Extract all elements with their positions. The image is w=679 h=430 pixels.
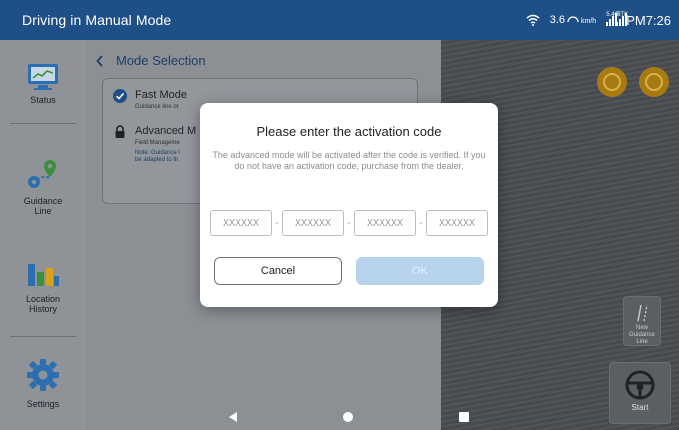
activation-dialog: Please enter the activation code The adv… xyxy=(200,103,498,307)
activation-code-fields: XXXXXX - XXXXXX - XXXXXX - XXXXXX xyxy=(210,210,488,236)
steering-wheel-icon xyxy=(625,370,655,400)
dialog-message: The advanced mode will be activated afte… xyxy=(212,150,486,171)
clock: PM7:26 xyxy=(626,12,671,28)
tile-label: New Guidance Line xyxy=(629,325,655,345)
mode-description: Field Manageme xyxy=(135,140,180,146)
mode-note-line: be adapted to th xyxy=(135,157,179,163)
code-field-3[interactable]: XXXXXX xyxy=(354,210,416,236)
back-chevron-icon[interactable] xyxy=(96,54,104,67)
code-field-1[interactable]: XXXXXX xyxy=(210,210,272,236)
sidebar-item-settings[interactable]: Settings xyxy=(0,358,86,409)
speed-unit: km/h xyxy=(581,18,597,25)
mode-description: Guidance line or xyxy=(135,104,179,110)
speed-value: 3.6 xyxy=(549,14,566,26)
code-separator: - xyxy=(347,217,351,229)
compass-button[interactable] xyxy=(639,67,669,97)
guidance-line-icon xyxy=(637,304,648,322)
code-separator: - xyxy=(275,217,279,229)
divider xyxy=(10,336,76,337)
dialog-title: Please enter the activation code xyxy=(256,124,442,139)
mode-option-advanced[interactable]: Advanced M Field Manageme Note: Guidance… xyxy=(113,125,196,164)
mode-title: Advanced M xyxy=(135,125,197,137)
gear-icon xyxy=(27,359,59,391)
compass-icon xyxy=(645,73,663,91)
sidebar-item-label: Location History xyxy=(25,294,61,314)
check-circle-icon xyxy=(113,89,127,103)
sidebar-item-label: Guidance Line xyxy=(23,196,63,216)
speed-readout: 3.6 km/h xyxy=(550,14,596,26)
system-nav-bar xyxy=(86,404,469,430)
sidebar-item-label: Status xyxy=(30,95,56,105)
camera-icon xyxy=(603,73,621,91)
wifi-icon xyxy=(526,14,540,26)
new-guidance-line-button[interactable]: New Guidance Line xyxy=(623,296,661,346)
sidebar-item-label: Settings xyxy=(26,399,60,409)
breadcrumb-title: Mode Selection xyxy=(116,53,206,68)
mode-option-fast[interactable]: Fast Mode Guidance line or xyxy=(113,89,187,110)
camera-button[interactable] xyxy=(597,67,627,97)
speedometer-icon xyxy=(567,16,579,23)
route-pins-icon xyxy=(28,160,56,188)
back-triangle-icon[interactable] xyxy=(228,411,238,423)
ok-button[interactable]: OK xyxy=(356,257,484,285)
mode-note-line: Note: Guidance l xyxy=(135,150,180,156)
code-field-2[interactable]: XXXXXX xyxy=(282,210,344,236)
breadcrumb[interactable]: Mode Selection xyxy=(96,53,206,68)
status-indicators: 3.6 km/h 5.4G RTK PM7:26 xyxy=(525,0,671,430)
sidebar-item-status[interactable]: Status xyxy=(0,62,86,105)
home-circle-icon[interactable] xyxy=(342,411,354,423)
code-separator: - xyxy=(419,217,423,229)
sidebar-item-guidance-line[interactable]: Guidance Line xyxy=(0,158,86,216)
mode-title: Fast Mode xyxy=(135,89,187,101)
bar-chart-icon xyxy=(28,264,59,286)
sidebar: Status Guidance Line Location History Se… xyxy=(0,40,86,430)
cancel-button[interactable]: Cancel xyxy=(214,257,342,285)
lock-icon xyxy=(115,125,125,138)
divider xyxy=(10,123,76,124)
title-bar: Driving in Manual Mode 3.6 km/h 5.4G RTK… xyxy=(0,0,679,430)
monitor-chart-icon xyxy=(28,64,58,90)
page-title: Driving in Manual Mode xyxy=(22,12,172,28)
mode-note: Note: Guidance l be adapted to th xyxy=(135,150,196,164)
start-button[interactable]: Start xyxy=(609,362,671,424)
recents-square-icon[interactable] xyxy=(458,411,470,423)
sidebar-item-location-history[interactable]: Location History xyxy=(0,258,86,314)
code-field-4[interactable]: XXXXXX xyxy=(426,210,488,236)
tile-label: Start xyxy=(631,403,649,412)
